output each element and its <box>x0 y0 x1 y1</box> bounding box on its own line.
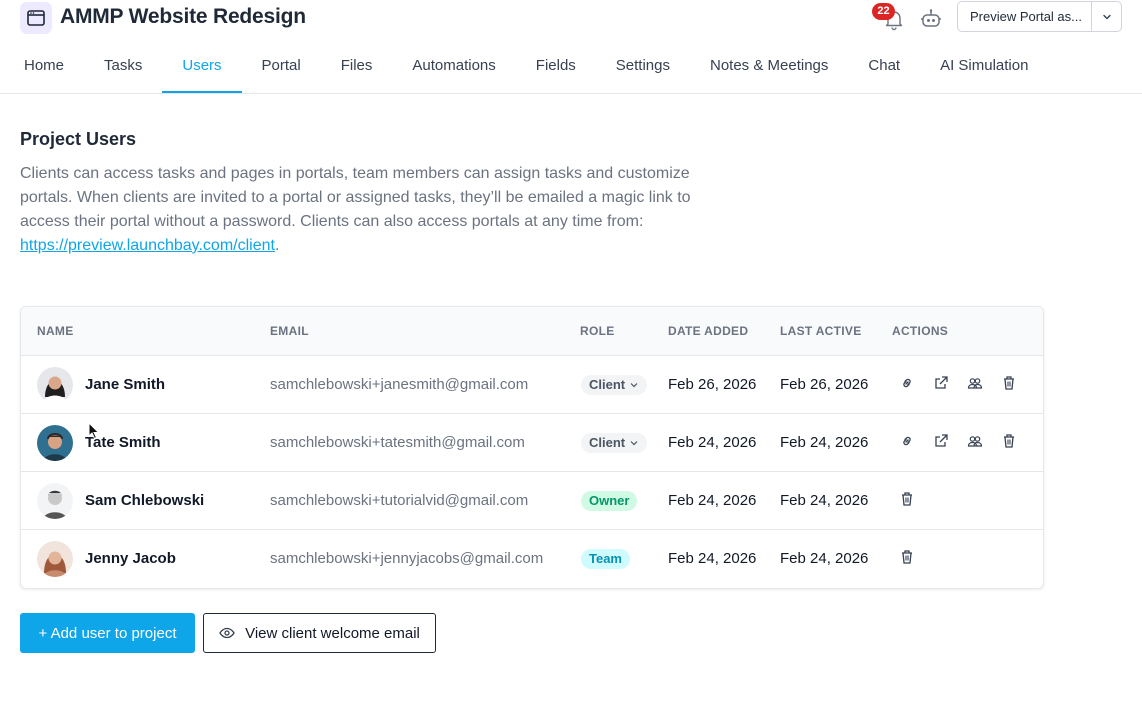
view-welcome-email-button[interactable]: View client welcome email <box>203 613 436 653</box>
user-name: Sam Chlebowski <box>85 492 205 509</box>
view-welcome-email-label: View client welcome email <box>245 624 420 642</box>
project-title: AMMP Website Redesign <box>60 5 306 28</box>
trash-icon[interactable] <box>1000 432 1018 450</box>
trash-icon[interactable] <box>898 490 916 508</box>
last-active: Feb 26, 2026 <box>780 376 869 393</box>
preview-portal-button[interactable]: Preview Portal as... <box>957 1 1122 32</box>
header-name: NAME <box>37 324 74 338</box>
chevron-down-icon[interactable] <box>1092 2 1121 31</box>
tab-notes-meetings[interactable]: Notes & Meetings <box>690 44 848 93</box>
last-active: Feb 24, 2026 <box>780 492 869 509</box>
role-label: Owner <box>589 493 630 508</box>
last-active: Feb 24, 2026 <box>780 550 869 567</box>
description-text: Clients can access tasks and pages in po… <box>20 165 691 230</box>
chevron-down-icon <box>630 441 638 446</box>
user-email: samchlebowski+tatesmith@gmail.com <box>270 434 525 451</box>
users-table: NAME EMAIL ROLE DATE ADDED LAST ACTIVE A… <box>20 306 1044 589</box>
tab-bar: Home Tasks Users Portal Files Automation… <box>0 44 1048 94</box>
description-period: . <box>274 237 280 254</box>
role-dropdown[interactable]: Client <box>581 433 648 453</box>
header-actions: ACTIONS <box>892 324 949 338</box>
user-email: samchlebowski+tutorialvid@gmail.com <box>270 492 529 509</box>
tab-ai-simulation[interactable]: AI Simulation <box>920 44 1048 93</box>
tab-automations[interactable]: Automations <box>392 44 515 93</box>
user-name: Jenny Jacob <box>85 550 176 567</box>
users-icon[interactable] <box>966 374 984 392</box>
browser-window-icon <box>20 2 52 34</box>
table-row[interactable]: Jane Smith samchlebowski+janesmith@gmail… <box>21 356 1043 414</box>
avatar <box>37 367 73 403</box>
section-title: Project Users <box>20 129 137 149</box>
link-icon[interactable] <box>898 374 916 392</box>
trash-icon[interactable] <box>898 548 916 566</box>
role-label: Client <box>589 377 626 392</box>
tab-settings[interactable]: Settings <box>596 44 690 93</box>
link-icon[interactable] <box>898 432 916 450</box>
table-row[interactable]: Jenny Jacob samchlebowski+jennyjacobs@gm… <box>21 530 1043 588</box>
role-dropdown[interactable]: Client <box>581 375 648 395</box>
header-date-added: DATE ADDED <box>668 324 749 338</box>
robot-icon[interactable] <box>919 7 943 31</box>
users-icon[interactable] <box>966 432 984 450</box>
role-badge: Team <box>581 549 630 569</box>
client-portal-link[interactable]: https://preview.launchbay.com/client <box>20 237 275 254</box>
external-link-icon[interactable] <box>932 432 950 450</box>
eye-icon <box>219 627 235 639</box>
avatar <box>37 541 73 577</box>
notification-badge: 22 <box>872 3 895 20</box>
avatar <box>37 483 73 519</box>
date-added: Feb 26, 2026 <box>668 376 757 393</box>
date-added: Feb 24, 2026 <box>668 492 757 509</box>
role-label: Team <box>589 551 622 566</box>
section-description: Clients can access tasks and pages in po… <box>20 162 700 258</box>
chevron-down-icon <box>630 383 638 388</box>
last-active: Feb 24, 2026 <box>780 434 869 451</box>
header-email: EMAIL <box>270 324 309 338</box>
header-last-active: LAST ACTIVE <box>780 324 862 338</box>
external-link-icon[interactable] <box>932 374 950 392</box>
date-added: Feb 24, 2026 <box>668 434 757 451</box>
table-row[interactable]: Tate Smith samchlebowski+tatesmith@gmail… <box>21 414 1043 472</box>
header-role: ROLE <box>580 324 615 338</box>
role-badge: Owner <box>581 491 638 511</box>
tab-portal[interactable]: Portal <box>242 44 321 93</box>
user-email: samchlebowski+jennyjacobs@gmail.com <box>270 550 544 567</box>
trash-icon[interactable] <box>1000 374 1018 392</box>
add-user-button[interactable]: + Add user to project <box>20 613 195 653</box>
role-label: Client <box>589 435 626 450</box>
tab-home[interactable]: Home <box>0 44 84 93</box>
date-added: Feb 24, 2026 <box>668 550 757 567</box>
table-header: NAME EMAIL ROLE DATE ADDED LAST ACTIVE A… <box>21 307 1043 356</box>
tab-files[interactable]: Files <box>321 44 393 93</box>
table-row[interactable]: Sam Chlebowski samchlebowski+tutorialvid… <box>21 472 1043 530</box>
preview-portal-label[interactable]: Preview Portal as... <box>958 2 1093 31</box>
tab-chat[interactable]: Chat <box>848 44 920 93</box>
tab-tasks[interactable]: Tasks <box>84 44 162 93</box>
user-email: samchlebowski+janesmith@gmail.com <box>270 376 529 393</box>
tab-users[interactable]: Users <box>162 44 242 93</box>
mouse-cursor-icon <box>88 422 100 440</box>
app-header: AMMP Website Redesign 22 Preview Portal … <box>0 0 1142 94</box>
user-name: Jane Smith <box>85 376 166 393</box>
tab-fields[interactable]: Fields <box>516 44 596 93</box>
avatar <box>37 425 73 461</box>
